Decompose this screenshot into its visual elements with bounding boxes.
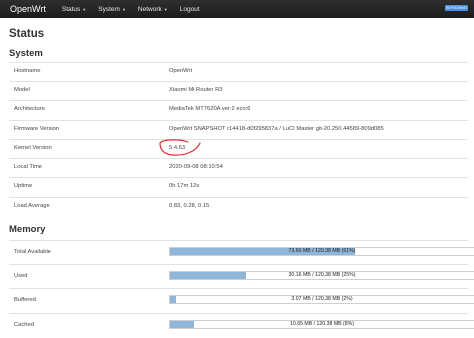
nav-status-label: Status	[61, 5, 81, 13]
table-row: Kernel Version 5.4.63	[9, 139, 468, 158]
table-row: Hostname OpenWrt	[9, 62, 468, 81]
memory-table: Total Available 73.60 MB / 120.38 MB (61…	[9, 240, 474, 338]
table-row: Local Time 2020-09-08 08:10:54	[9, 158, 468, 177]
chevron-down-icon: ▼	[163, 6, 168, 12]
table-row: Total Available 73.60 MB / 120.38 MB (61…	[9, 240, 474, 264]
table-row: Load Average 0.83, 0.28, 0.15	[9, 197, 468, 216]
progress-text: 3.07 MB / 120.38 MB (2%)	[291, 296, 353, 302]
row-label: Used	[14, 273, 28, 279]
chevron-down-icon: ▼	[82, 6, 87, 12]
row-label: Uptime	[14, 183, 33, 189]
system-table: Hostname OpenWrt Model Xiaomi Mi Router …	[9, 62, 468, 216]
table-row: Model Xiaomi Mi Router R3	[9, 81, 468, 100]
row-label: Firmware Version	[14, 126, 60, 132]
brand-logo[interactable]: OpenWrt	[10, 4, 46, 14]
nav-network-label: Network	[137, 5, 162, 13]
nav-status-menu[interactable]: Status ▼	[62, 6, 86, 13]
memory-progress-bar: 30.16 MB / 120.38 MB (25%)	[169, 271, 474, 280]
memory-section-title: Memory	[9, 224, 46, 235]
table-row: Firmware Version OpenWrt SNAPSHOT r14418…	[9, 120, 468, 139]
table-row: Architecture MediaTek MT7620A ver:2 eco:…	[9, 100, 468, 120]
system-section-title: System	[9, 48, 43, 59]
page-title: Status	[9, 28, 45, 40]
row-value: OpenWrt SNAPSHOT r14418-d0f295837a / LuC…	[169, 126, 384, 132]
progress-text: 73.60 MB / 120.38 MB (61%)	[288, 248, 356, 254]
table-row: Buffered 3.07 MB / 120.38 MB (2%)	[9, 288, 474, 313]
chevron-down-icon: ▼	[121, 6, 126, 12]
top-navbar: OpenWrt Status ▼ System ▼ Network ▼ Logo…	[0, 0, 474, 18]
row-value: MediaTek MT7620A ver:2 eco:6	[169, 106, 251, 112]
nav-logout-label: Logout	[179, 5, 200, 13]
row-label: Local Time	[14, 164, 43, 170]
nav-system-menu[interactable]: System ▼	[98, 6, 126, 13]
row-label: Total Available	[14, 249, 51, 255]
nav-network-menu[interactable]: Network ▼	[138, 6, 168, 13]
table-row: Uptime 0h 17m 12s	[9, 177, 468, 197]
row-label: Cached	[14, 322, 34, 328]
row-value: 5.4.63	[169, 145, 186, 151]
refresh-badge[interactable]: REFRESHING	[445, 5, 468, 11]
nav-system-label: System	[98, 5, 120, 13]
table-row: Cached 10.65 MB / 120.38 MB (8%)	[9, 313, 474, 338]
memory-progress-bar: 10.65 MB / 120.38 MB (8%)	[169, 320, 474, 329]
row-label: Load Average	[14, 203, 50, 209]
table-row: Used 30.16 MB / 120.38 MB (25%)	[9, 264, 474, 288]
row-label: Buffered	[14, 297, 36, 303]
row-label: Hostname	[14, 68, 41, 74]
progress-text: 30.16 MB / 120.38 MB (25%)	[288, 272, 356, 278]
nav-logout-link[interactable]: Logout	[180, 6, 200, 13]
row-value: Xiaomi Mi Router R3	[169, 87, 223, 93]
progress-text: 10.65 MB / 120.38 MB (8%)	[289, 321, 354, 327]
row-label: Architecture	[14, 106, 45, 112]
row-label: Kernel Version	[14, 145, 52, 151]
memory-progress-bar: 3.07 MB / 120.38 MB (2%)	[169, 295, 474, 304]
row-label: Model	[14, 87, 30, 93]
row-value: 2020-09-08 08:10:54	[169, 164, 223, 170]
memory-progress-bar: 73.60 MB / 120.38 MB (61%)	[169, 247, 474, 256]
row-value: OpenWrt	[169, 68, 193, 74]
row-value: 0.83, 0.28, 0.15	[169, 203, 210, 209]
row-value: 0h 17m 12s	[169, 183, 200, 189]
